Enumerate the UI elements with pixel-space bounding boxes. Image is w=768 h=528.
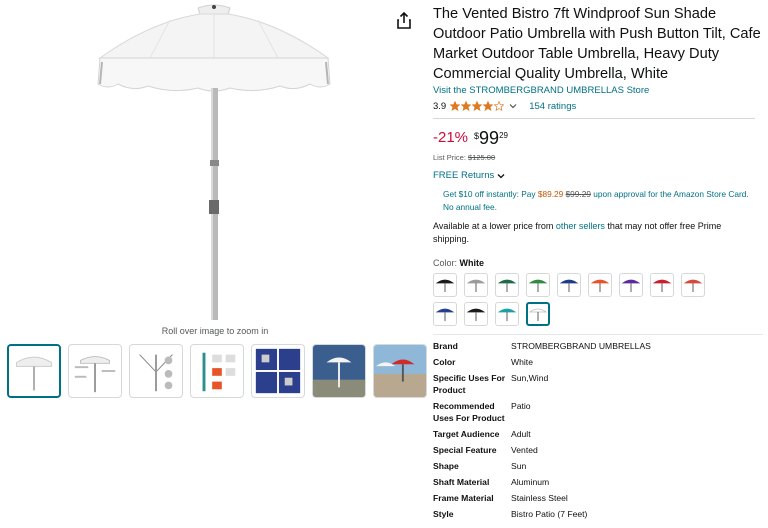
color-swatch[interactable] [681, 273, 705, 297]
color-swatch[interactable] [619, 273, 643, 297]
list-price-value: $125.00 [468, 153, 496, 162]
product-title: The Vented Bistro 7ft Windproof Sun Shad… [433, 6, 761, 82]
color-swatch[interactable] [557, 273, 581, 297]
thumbnail-strip [7, 344, 427, 398]
color-swatches [433, 273, 733, 326]
lower-price-notice: Available at a lower price from other se… [433, 220, 743, 246]
spec-value: Sun [511, 461, 527, 471]
divider [433, 118, 755, 119]
thumbnail-6[interactable] [312, 344, 366, 398]
spec-value: Bistro Patio (7 Feet) [511, 509, 588, 519]
price-block: -21% $ 99 29 [433, 128, 763, 150]
chevron-down-icon[interactable] [509, 102, 517, 110]
selected-color-value: White [459, 258, 485, 268]
spec-key: Frame Material [433, 493, 494, 503]
spec-value: Stainless Steel [511, 493, 568, 503]
color-swatch[interactable] [464, 302, 488, 326]
other-sellers-link[interactable]: other sellers [556, 221, 605, 231]
main-product-image[interactable] [30, 0, 390, 325]
share-icon[interactable] [396, 11, 412, 30]
store-link[interactable]: Visit the STROMBERGBRAND UMBRELLAS Store [433, 85, 763, 96]
product-details: The Vented Bistro 7ft Windproof Sun Shad… [433, 0, 763, 522]
thumbnail-1[interactable] [7, 344, 61, 398]
promo-prefix: Get $10 off instantly: Pay [443, 189, 538, 199]
thumbnail-3[interactable] [129, 344, 183, 398]
color-swatch[interactable] [464, 273, 488, 297]
ratings-count-link[interactable]: 154 ratings [529, 101, 576, 112]
spec-value: Adult [511, 429, 531, 439]
rating-value: 3.9 [433, 100, 447, 112]
spec-key: Style [433, 509, 454, 519]
spec-value: Sun,Wind [511, 373, 549, 383]
price-whole: 99 [479, 128, 500, 148]
spec-key: Special Feature [433, 445, 497, 455]
spec-row: Specific Uses For Product Sun,Wind [433, 370, 763, 398]
spec-value: Aluminum [511, 477, 550, 487]
rating-row: 3.9 154 ratings [433, 99, 763, 113]
star-rating[interactable] [450, 101, 505, 111]
list-price: List Price: $125.00 [433, 153, 763, 162]
zoom-hint: Roll over image to zoom in [161, 326, 269, 336]
color-swatch[interactable] [650, 273, 674, 297]
color-swatch[interactable] [433, 273, 457, 297]
star-icon [472, 101, 483, 111]
free-returns-link[interactable]: FREE Returns [433, 170, 763, 181]
color-swatch[interactable] [433, 302, 457, 326]
product-specs-table: Brand STROMBERGBRAND UMBRELLAS Color White S… [433, 334, 763, 522]
star-icon [450, 101, 461, 111]
spec-key: Target Audience [433, 429, 500, 439]
spec-value: Vented [511, 445, 538, 455]
spec-value: STROMBERGBRAND UMBRELLAS [511, 341, 651, 351]
spec-row: Shape Sun [433, 458, 763, 474]
thumbnail-5[interactable] [251, 344, 305, 398]
color-swatch[interactable] [526, 273, 550, 297]
list-price-label: List Price: [433, 153, 466, 162]
star-icon [461, 101, 472, 111]
spec-value: Patio [511, 401, 531, 411]
chevron-down-icon [497, 173, 505, 178]
color-swatch[interactable] [526, 302, 550, 326]
star-icon [483, 101, 494, 111]
spec-row: Frame Material Stainless Steel [433, 490, 763, 506]
spec-row: Special Feature Vented [433, 442, 763, 458]
spec-row: Brand STROMBERGBRAND UMBRELLAS [433, 338, 763, 354]
color-swatch[interactable] [495, 302, 519, 326]
spec-value: White [511, 357, 533, 367]
free-returns-label: FREE Returns [433, 170, 495, 181]
store-card-promo[interactable]: Get $10 off instantly: Pay $89.29 $99.29… [433, 188, 753, 214]
color-swatch[interactable] [588, 273, 612, 297]
spec-key: Recommended Uses For Product [433, 401, 505, 423]
spec-key: Shape [433, 461, 459, 471]
spec-row: Color White [433, 354, 763, 370]
spec-row: Recommended Uses For Product Patio [433, 398, 763, 426]
color-swatch[interactable] [495, 273, 519, 297]
thumbnail-2[interactable] [68, 344, 122, 398]
spec-row: Target Audience Adult [433, 426, 763, 442]
spec-key: Brand [433, 341, 458, 351]
spec-key: Specific Uses For Product [433, 373, 506, 395]
thumbnail-4[interactable] [190, 344, 244, 398]
lower-price-prefix: Available at a lower price from [433, 221, 556, 231]
promo-new-price: $89.29 [537, 189, 564, 199]
thumbnail-7[interactable] [373, 344, 427, 398]
spec-row: Style Bistro Patio (7 Feet) [433, 506, 763, 522]
promo-old-price: $99.29 [565, 189, 591, 199]
spec-key: Color [433, 357, 456, 367]
spec-row: Shaft Material Aluminum [433, 474, 763, 490]
star-icon [494, 101, 505, 111]
price-fraction: 29 [499, 131, 508, 140]
discount-badge: -21% [433, 129, 469, 146]
spec-key: Shaft Material [433, 477, 490, 487]
color-label: Color: White [433, 258, 763, 268]
color-label-text: Color: [433, 258, 458, 268]
